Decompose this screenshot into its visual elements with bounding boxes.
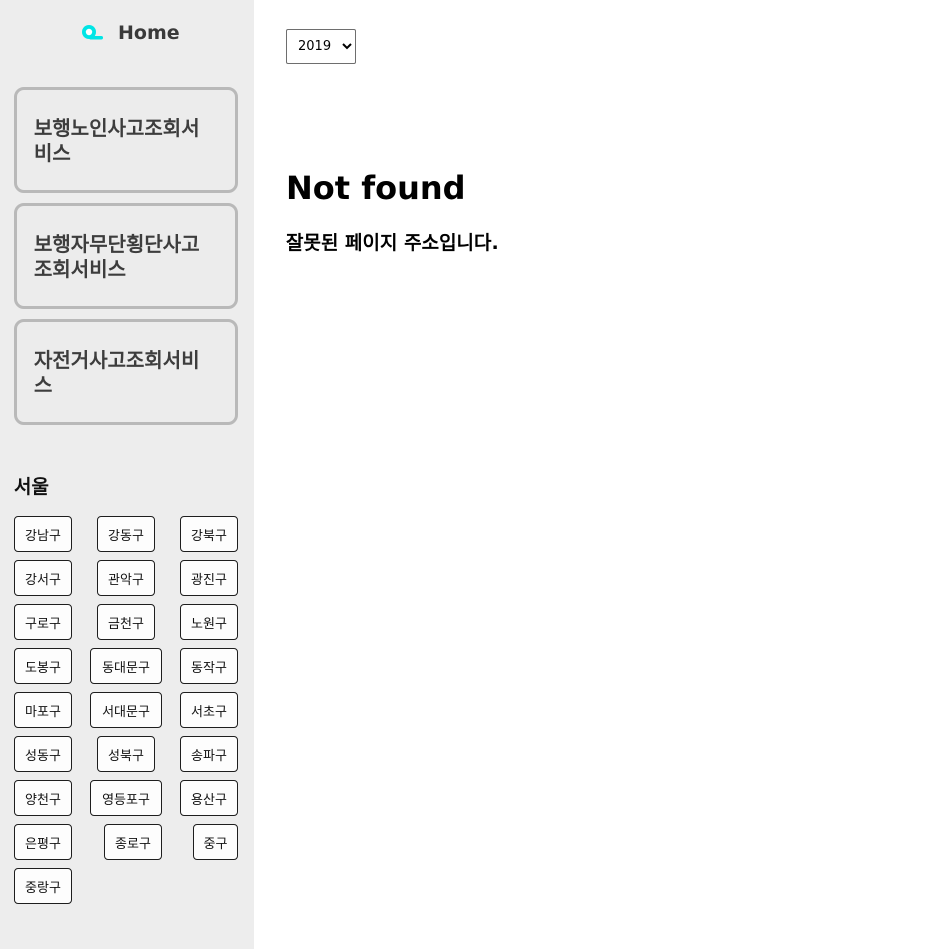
district-button[interactable]: 동작구	[180, 648, 238, 684]
service-card-label: 자전거사고조회서비스	[34, 348, 200, 397]
district-button[interactable]: 도봉구	[14, 648, 72, 684]
district-button[interactable]: 동대문구	[90, 648, 162, 684]
district-button[interactable]: 용산구	[180, 780, 238, 816]
not-found-description: 잘못된 페이지 주소입니다.	[286, 232, 499, 254]
region-title: 서울	[14, 476, 49, 498]
district-button[interactable]: 강동구	[97, 516, 155, 552]
district-button[interactable]: 구로구	[14, 604, 72, 640]
service-card-jaywalking[interactable]: 보행자무단횡단사고조회서비스	[14, 203, 238, 309]
sidebar: Home 보행노인사고조회서비스 보행자무단횡단사고조회서비스 자전거사고조회서…	[0, 0, 254, 949]
not-found-title: Not found	[286, 169, 466, 207]
district-button[interactable]: 금천구	[97, 604, 155, 640]
district-button[interactable]: 중랑구	[14, 868, 72, 904]
year-select[interactable]: 2019	[286, 29, 356, 64]
service-card-label: 보행노인사고조회서비스	[34, 116, 200, 165]
district-button[interactable]: 은평구	[14, 824, 72, 860]
service-card-elderly-pedestrian[interactable]: 보행노인사고조회서비스	[14, 87, 238, 193]
district-button[interactable]: 종로구	[104, 824, 162, 860]
home-link[interactable]: Home	[80, 22, 180, 44]
district-button[interactable]: 송파구	[180, 736, 238, 772]
district-button[interactable]: 노원구	[180, 604, 238, 640]
district-button[interactable]: 광진구	[180, 560, 238, 596]
district-button[interactable]: 강남구	[14, 516, 72, 552]
district-button[interactable]: 성동구	[14, 736, 72, 772]
district-button[interactable]: 마포구	[14, 692, 72, 728]
district-button[interactable]: 양천구	[14, 780, 72, 816]
district-button[interactable]: 성북구	[97, 736, 155, 772]
district-button[interactable]: 강서구	[14, 560, 72, 596]
search-logo-icon	[82, 25, 103, 40]
district-button[interactable]: 강북구	[180, 516, 238, 552]
district-button[interactable]: 영등포구	[90, 780, 162, 816]
district-button[interactable]: 중구	[193, 824, 238, 860]
district-button[interactable]: 서대문구	[90, 692, 162, 728]
service-card-label: 보행자무단횡단사고조회서비스	[34, 232, 200, 281]
home-label: Home	[118, 22, 180, 44]
service-card-bicycle[interactable]: 자전거사고조회서비스	[14, 319, 238, 425]
district-button[interactable]: 서초구	[180, 692, 238, 728]
district-button[interactable]: 관악구	[97, 560, 155, 596]
